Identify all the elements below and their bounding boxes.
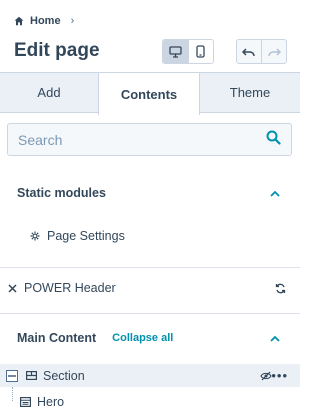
hero-row[interactable]: Hero [0,393,300,411]
undo-button[interactable] [237,40,261,63]
home-icon [14,16,24,26]
power-header-label: POWER Header [24,281,116,295]
page-title: Edit page [14,40,100,61]
static-module-page-settings[interactable]: Page Settings [0,227,300,245]
search-icon[interactable] [266,130,281,150]
breadcrumb-home-link[interactable]: Home [30,15,61,27]
hero-module-icon [20,397,31,407]
desktop-view-button[interactable] [163,40,188,63]
chevron-up-icon[interactable] [270,184,280,202]
gear-icon [30,231,40,241]
collapse-all-link[interactable]: Collapse all [112,332,173,344]
search-box [7,123,292,156]
static-modules-header[interactable]: Static modules [0,184,300,202]
static-modules-title: Static modules [17,186,106,200]
divider [0,267,300,268]
tab-theme[interactable]: Theme [200,73,300,112]
power-header-row[interactable]: POWER Header [0,279,300,297]
section-label: Section [43,368,85,383]
tab-contents[interactable]: Contents [98,73,200,115]
main-content-header: Main Content Collapse all [0,329,300,347]
search-input[interactable] [18,131,266,148]
sync-icon[interactable] [275,283,286,294]
close-icon[interactable] [8,283,17,293]
page-settings-label: Page Settings [47,229,125,243]
chevron-up-icon[interactable] [270,329,280,347]
mobile-icon [196,45,205,58]
redo-button[interactable] [261,40,286,63]
undo-redo-group [236,39,287,64]
eye-slash-icon[interactable] [260,371,272,381]
collapse-section-toggle[interactable] [6,369,18,382]
main-content-title: Main Content [17,331,97,345]
mobile-view-button[interactable] [187,40,213,63]
breadcrumb-separator: › [70,15,75,27]
section-row[interactable]: Section ••• [0,364,300,387]
editor-header: Home › Edit page [0,0,300,72]
section-layout-icon [26,371,37,380]
device-view-toggle [162,39,214,64]
undo-icon [242,47,255,56]
hero-label: Hero [37,395,65,409]
divider [0,313,300,314]
breadcrumb: Home › [14,15,74,27]
desktop-icon [169,45,182,58]
more-options-icon[interactable]: ••• [271,368,288,383]
tab-add[interactable]: Add [0,73,98,112]
redo-icon [268,47,281,56]
sidebar-tabs: Add Contents Theme [0,72,300,115]
